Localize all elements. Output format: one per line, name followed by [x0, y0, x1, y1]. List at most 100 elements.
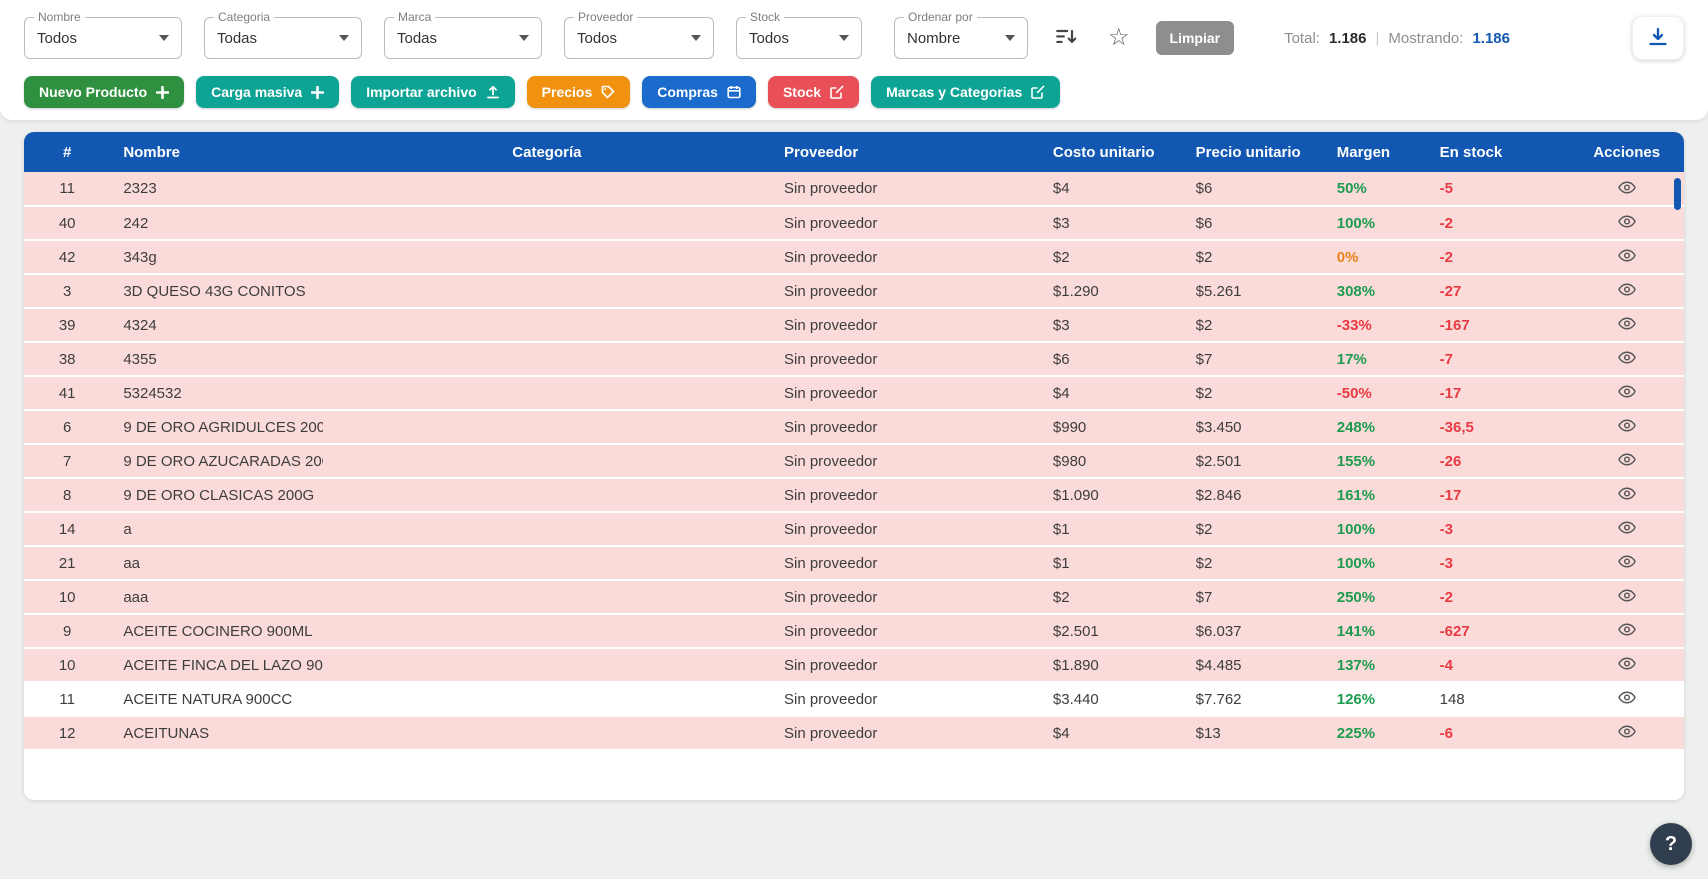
- view-product-button[interactable]: [1612, 315, 1642, 335]
- table-row: 12 ACEITUNAS Sin proveedor $4 $13 225% -…: [24, 716, 1684, 751]
- cell-number: 3: [24, 274, 111, 309]
- eye-icon: [1617, 317, 1636, 333]
- filter-select[interactable]: Categoria Todas: [204, 10, 362, 59]
- favorite-filters-button[interactable]: ☆: [1104, 22, 1134, 54]
- action-button[interactable]: Precios: [526, 76, 631, 108]
- table-row: 9 ACEITE COCINERO 900ML Sin proveedor $2…: [24, 614, 1684, 649]
- view-product-button[interactable]: [1612, 621, 1642, 641]
- column-header: Margen: [1323, 132, 1427, 172]
- filter-select[interactable]: Stock Todos: [736, 10, 862, 59]
- eye-icon: [1617, 657, 1636, 673]
- filter-select-label: Stock: [746, 10, 785, 24]
- table-row: 6 9 DE ORO AGRIDULCES 200G Sin proveedor…: [24, 410, 1684, 445]
- export-download-button[interactable]: [1632, 16, 1684, 60]
- action-button-label: Precios: [541, 84, 593, 100]
- cell-unit-cost: $2: [1039, 240, 1183, 275]
- eye-icon: [1617, 453, 1636, 469]
- view-product-button[interactable]: [1612, 383, 1642, 403]
- table-row: 10 ACEITE FINCA DEL LAZO 900ML Sin prove…: [24, 648, 1684, 683]
- view-product-button[interactable]: [1612, 723, 1642, 743]
- cell-unit-price: $2: [1182, 240, 1324, 275]
- action-button[interactable]: Stock: [767, 76, 860, 108]
- cell-category: [322, 614, 771, 649]
- column-header: Proveedor: [770, 132, 1040, 172]
- total-label: Total:: [1284, 29, 1320, 47]
- table-row: 7 9 DE ORO AZUCARADAS 200G Sin proveedor…: [24, 444, 1684, 479]
- eye-icon: [1617, 555, 1636, 571]
- cell-number: 6: [24, 410, 111, 445]
- cell-category: [322, 648, 771, 683]
- action-button-icon: [601, 85, 615, 99]
- cell-unit-cost: $1: [1039, 546, 1183, 581]
- filter-select[interactable]: Marca Todas: [384, 10, 542, 59]
- table-row: 11 ACEITE NATURA 900CC Sin proveedor $3.…: [24, 682, 1684, 717]
- view-product-button[interactable]: [1612, 281, 1642, 301]
- view-product-button[interactable]: [1612, 587, 1642, 607]
- cell-unit-price: $4.485: [1182, 648, 1324, 683]
- view-product-button[interactable]: [1612, 213, 1642, 233]
- cell-name: ACEITE COCINERO 900ML: [110, 614, 323, 649]
- cell-margin: 126%: [1323, 682, 1427, 717]
- cell-actions: [1569, 478, 1684, 513]
- clear-filters-button[interactable]: Limpiar: [1155, 21, 1235, 55]
- cell-category: [322, 342, 771, 377]
- cell-number: 42: [24, 240, 111, 275]
- column-header: En stock: [1426, 132, 1570, 172]
- cell-category: [322, 240, 771, 275]
- cell-name: 242: [110, 206, 323, 241]
- chevron-down-icon: [339, 35, 349, 41]
- cell-number: 38: [24, 342, 111, 377]
- filter-bar: Nombre Todos Categoria Todas Marca Todas…: [24, 10, 1684, 60]
- filter-select-label: Marca: [394, 10, 436, 24]
- cell-stock: -7: [1426, 342, 1570, 377]
- cell-actions: [1569, 580, 1684, 615]
- view-product-button[interactable]: [1612, 519, 1642, 539]
- view-product-button[interactable]: [1612, 179, 1642, 199]
- filter-select[interactable]: Ordenar por Nombre: [894, 10, 1028, 59]
- view-product-button[interactable]: [1612, 689, 1642, 709]
- action-button[interactable]: Importar archivo: [351, 76, 515, 108]
- cell-unit-price: $2.501: [1182, 444, 1324, 479]
- view-product-button[interactable]: [1612, 485, 1642, 505]
- view-product-button[interactable]: [1612, 349, 1642, 369]
- column-header: Precio unitario: [1182, 132, 1324, 172]
- cell-name: 2323: [110, 172, 323, 207]
- cell-category: [322, 512, 771, 547]
- cell-number: 11: [24, 682, 111, 717]
- eye-icon: [1617, 419, 1636, 435]
- eye-icon: [1617, 487, 1636, 503]
- sort-order-button[interactable]: [1050, 23, 1082, 54]
- cell-provider: Sin proveedor: [770, 444, 1040, 479]
- cell-provider: Sin proveedor: [770, 648, 1040, 683]
- cell-stock: -36,5: [1426, 410, 1570, 445]
- chevron-down-icon: [1005, 35, 1015, 41]
- filter-select[interactable]: Nombre Todos: [24, 10, 182, 59]
- help-button[interactable]: ?: [1650, 823, 1692, 865]
- view-product-button[interactable]: [1612, 417, 1642, 437]
- cell-unit-cost: $1.090: [1039, 478, 1183, 513]
- view-product-button[interactable]: [1612, 655, 1642, 675]
- cell-provider: Sin proveedor: [770, 172, 1040, 207]
- action-button[interactable]: Marcas y Categorias: [871, 76, 1061, 108]
- column-header: #: [24, 132, 111, 172]
- action-button[interactable]: Nuevo Producto: [24, 76, 185, 108]
- table-row: 38 4355 Sin proveedor $6 $7 17% -7: [24, 342, 1684, 377]
- products-table: # Nombre Categoría Proveedor Costo unitario P…: [24, 132, 1684, 751]
- cell-actions: [1569, 206, 1684, 241]
- table-scrollbar-thumb[interactable]: [1674, 178, 1681, 210]
- cell-name: ACEITUNAS: [110, 716, 323, 751]
- action-button[interactable]: Carga masiva: [196, 76, 340, 108]
- cell-actions: [1569, 546, 1684, 581]
- cell-actions: [1569, 308, 1684, 343]
- view-product-button[interactable]: [1612, 451, 1642, 471]
- cell-name: ACEITE FINCA DEL LAZO 900ML: [110, 648, 323, 683]
- cell-stock: -3: [1426, 512, 1570, 547]
- view-product-button[interactable]: [1612, 553, 1642, 573]
- cell-name: 4324: [110, 308, 323, 343]
- view-product-button[interactable]: [1612, 247, 1642, 267]
- filter-select[interactable]: Proveedor Todos: [564, 10, 714, 59]
- action-button[interactable]: Compras: [642, 76, 756, 108]
- cell-actions: [1569, 342, 1684, 377]
- cell-provider: Sin proveedor: [770, 410, 1040, 445]
- cell-category: [322, 172, 771, 207]
